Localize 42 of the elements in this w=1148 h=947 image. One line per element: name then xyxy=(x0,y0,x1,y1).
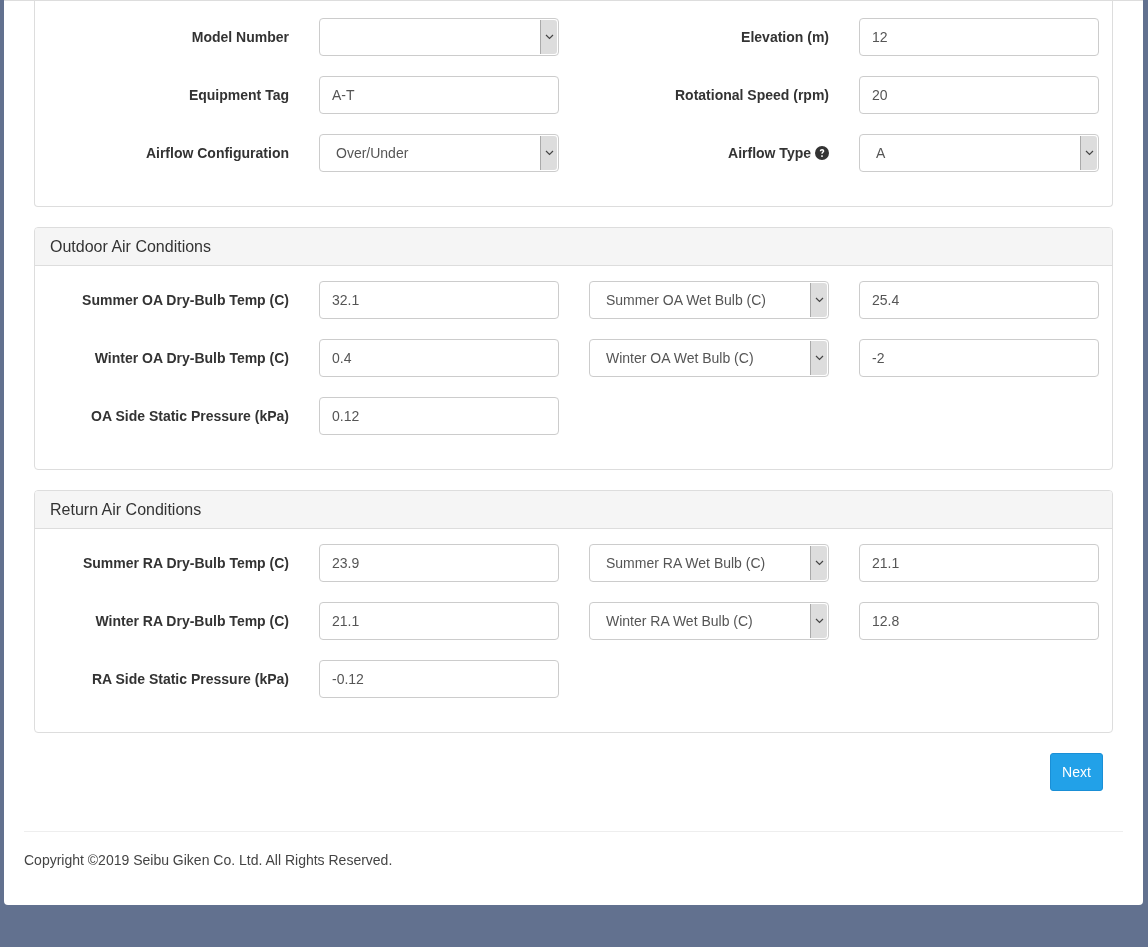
chevron-down-icon xyxy=(814,355,824,361)
field-label: Winter OA Dry-Bulb Temp (C) xyxy=(94,350,289,366)
chevron-down-icon xyxy=(814,560,824,566)
input-field[interactable]: 0.12 xyxy=(319,397,559,435)
input-field[interactable]: 25.4 xyxy=(859,281,1099,319)
help-icon[interactable] xyxy=(815,146,829,160)
dropdown[interactable]: Over/Under xyxy=(319,134,559,172)
chevron-down-icon xyxy=(814,618,824,624)
field-label: Rotational Speed (rpm) xyxy=(675,87,829,103)
input-field[interactable]: -2 xyxy=(859,339,1099,377)
input-field[interactable]: 21.1 xyxy=(319,602,559,640)
dropdown[interactable]: Summer RA Wet Bulb (C) xyxy=(589,544,829,582)
input-field[interactable]: 32.1 xyxy=(319,281,559,319)
field-label: Airflow Configuration xyxy=(145,145,289,161)
copyright-text: Copyright ©2019 Seibu Giken Co. Ltd. All Rights Reserved. xyxy=(24,852,394,868)
field-label: OA Side Static Pressure (kPa) xyxy=(91,408,289,424)
input-field[interactable]: 0.4 xyxy=(319,339,559,377)
input-field[interactable]: -0.12 xyxy=(319,660,559,698)
panel-heading: Return Air Conditions xyxy=(35,491,1112,529)
field-label: Winter RA Dry-Bulb Temp (C) xyxy=(95,613,289,629)
field-label: RA Side Static Pressure (kPa) xyxy=(91,671,289,687)
chevron-down-icon xyxy=(544,150,554,156)
dropdown[interactable]: Winter OA Wet Bulb (C) xyxy=(589,339,829,377)
field-label: Model Number xyxy=(191,29,289,45)
dropdown[interactable]: A xyxy=(859,134,1099,172)
chevron-down-icon xyxy=(814,297,824,303)
field-label: Elevation (m) xyxy=(741,29,829,45)
panel-heading: Outdoor Air Conditions xyxy=(35,228,1112,266)
field-label: Summer OA Dry-Bulb Temp (C) xyxy=(82,292,289,308)
chevron-down-icon xyxy=(544,34,554,40)
input-field[interactable]: 21.1 xyxy=(859,544,1099,582)
field-label: Summer RA Dry-Bulb Temp (C) xyxy=(82,555,289,571)
dropdown[interactable]: Winter RA Wet Bulb (C) xyxy=(589,602,829,640)
input-field[interactable]: 23.9 xyxy=(319,544,559,582)
chevron-down-icon xyxy=(1084,150,1094,156)
field-label: Airflow Type xyxy=(728,145,811,161)
input-field[interactable]: A-T xyxy=(319,76,559,114)
input-field[interactable]: 20 xyxy=(859,76,1099,114)
input-field[interactable]: 12.8 xyxy=(859,602,1099,640)
input-field[interactable]: 12 xyxy=(859,18,1099,56)
dropdown[interactable]: Summer OA Wet Bulb (C) xyxy=(589,281,829,319)
field-label: Equipment Tag xyxy=(188,87,289,103)
